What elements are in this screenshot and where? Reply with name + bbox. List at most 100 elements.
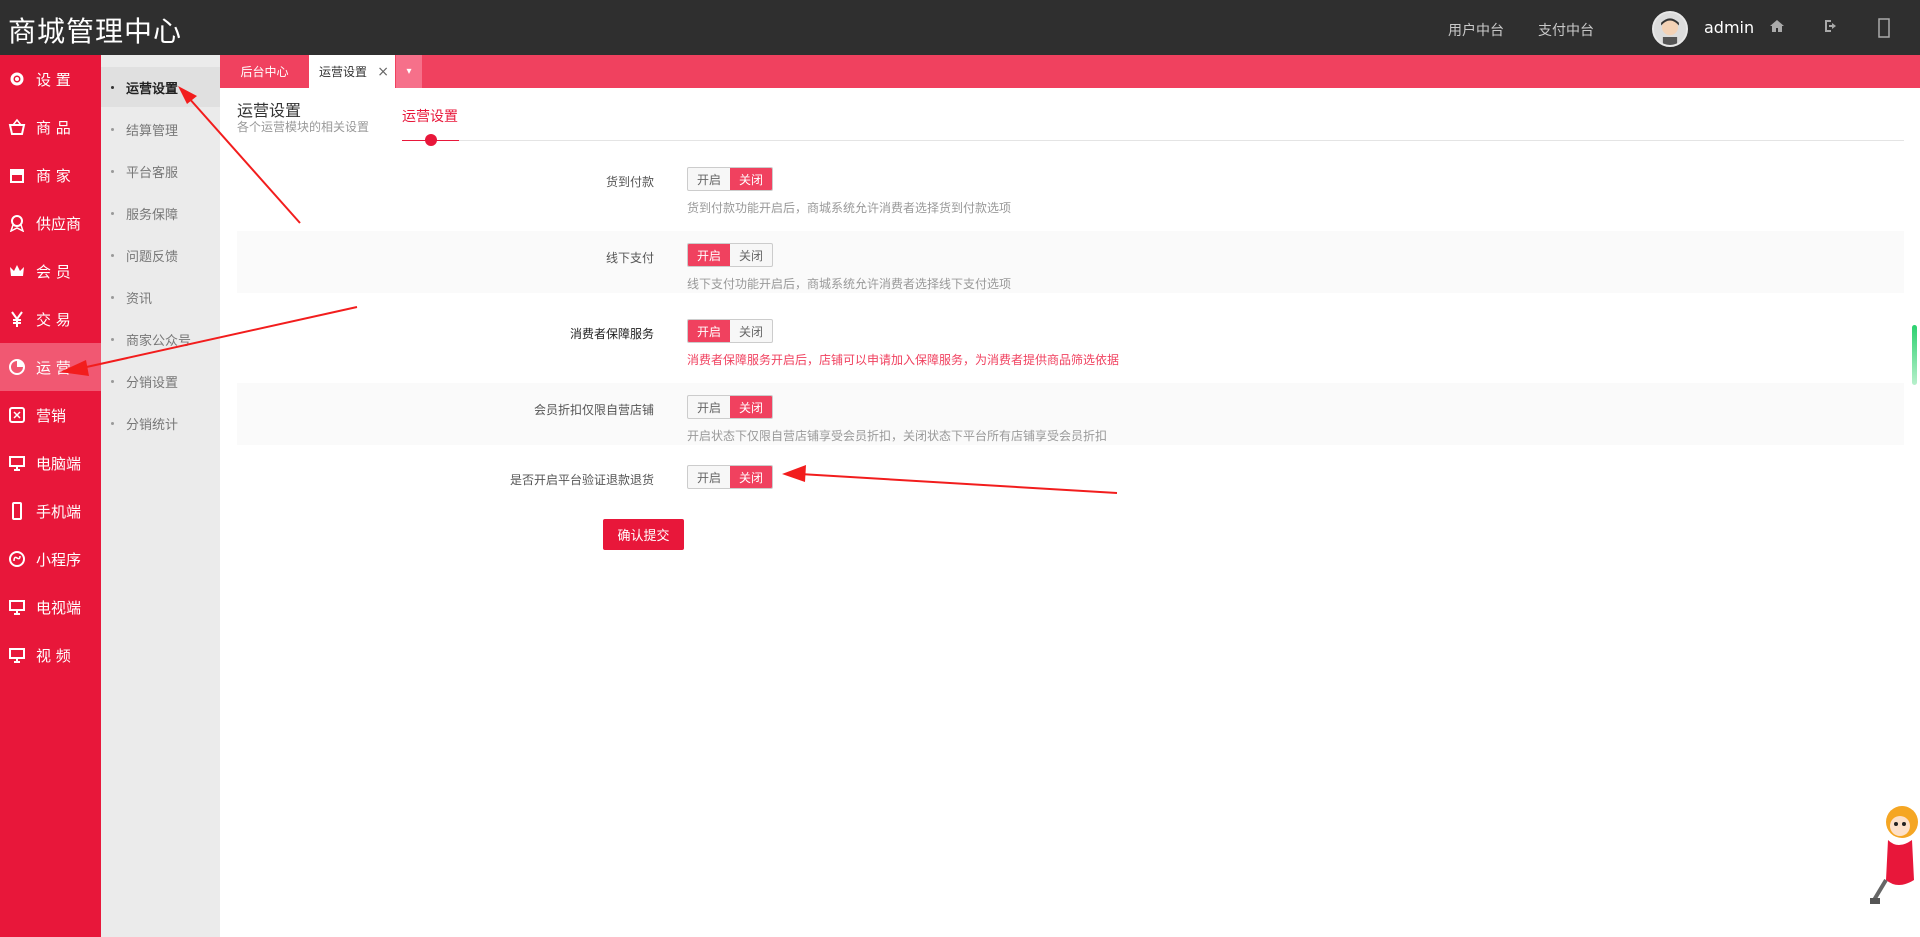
setting-label: 是否开启平台验证退款退货 bbox=[509, 473, 654, 487]
mobile-icon bbox=[8, 502, 26, 520]
toggle-on-option[interactable]: 开启 bbox=[688, 168, 730, 190]
store-icon bbox=[8, 166, 26, 184]
subnav-item-merchant-wechat[interactable]: 商家公众号 bbox=[101, 319, 220, 359]
fullscreen-icon[interactable] bbox=[1878, 18, 1890, 42]
monitor-icon bbox=[8, 454, 26, 472]
submit-button[interactable]: 确认提交 bbox=[603, 519, 684, 550]
bullet-icon bbox=[111, 295, 114, 299]
sidebar-item-miniprogram[interactable]: 小程序 bbox=[0, 535, 101, 583]
subnav-item-customer-service[interactable]: 平台客服 bbox=[101, 151, 220, 191]
toggle-off-option[interactable]: 关闭 bbox=[730, 320, 772, 342]
avatar[interactable] bbox=[1652, 11, 1688, 47]
tab-operation-settings[interactable]: 运营设置 × bbox=[309, 55, 395, 88]
page-subtitle: 各个运营模块的相关设置 bbox=[237, 120, 370, 134]
consumer-guarantee-toggle[interactable]: 开启 关闭 bbox=[687, 319, 773, 343]
sidebar-item-mobile[interactable]: 手机端 bbox=[0, 487, 101, 535]
tab-operation-settings-inner[interactable]: 运营设置 bbox=[402, 106, 458, 126]
sidebar-item-video[interactable]: 视 频 bbox=[0, 631, 101, 679]
sidebar-item-label: 商 家 bbox=[36, 166, 71, 185]
top-bar: 商城管理中心 用户中台 支付中台 admin bbox=[0, 0, 1920, 55]
setting-label: 线下支付 bbox=[605, 251, 654, 265]
badge-icon bbox=[8, 214, 26, 232]
scrollbar[interactable] bbox=[1912, 325, 1917, 385]
sidebar-item-tv[interactable]: 电视端 bbox=[0, 583, 101, 631]
subnav-item-label: 平台客服 bbox=[126, 165, 179, 181]
sidebar-item-label: 电视端 bbox=[36, 598, 82, 617]
crown-icon bbox=[8, 262, 26, 280]
brand-title: 商城管理中心 bbox=[8, 15, 183, 48]
bullet-icon bbox=[111, 85, 114, 89]
member-discount-toggle[interactable]: 开启 关闭 bbox=[687, 395, 773, 419]
toggle-off-option[interactable]: 关闭 bbox=[730, 466, 772, 488]
divider bbox=[459, 140, 1904, 141]
subnav-item-label: 分销统计 bbox=[126, 417, 179, 433]
toggle-on-option[interactable]: 开启 bbox=[688, 466, 730, 488]
toggle-off-option[interactable]: 关闭 bbox=[730, 168, 772, 190]
sidebar-item-settings[interactable]: 设 置 bbox=[0, 55, 101, 103]
sidebar-item-operations[interactable]: 运 营 bbox=[0, 343, 101, 391]
user-center-link[interactable]: 用户中台 bbox=[1448, 20, 1504, 40]
offline-pay-toggle[interactable]: 开启 关闭 bbox=[687, 243, 773, 267]
setting-row-offline-pay: 线下支付 开启 关闭 线下支付功能开启后，商城系统允许消费者选择线下支付选项 bbox=[237, 231, 1904, 293]
setting-label: 会员折扣仅限自营店铺 bbox=[533, 403, 654, 417]
sidebar-item-merchants[interactable]: 商 家 bbox=[0, 151, 101, 199]
subnav-item-distribution-settings[interactable]: 分销设置 bbox=[101, 361, 220, 401]
toggle-off-option[interactable]: 关闭 bbox=[730, 396, 772, 418]
toggle-on-option[interactable]: 开启 bbox=[688, 396, 730, 418]
toggle-on-option[interactable]: 开启 bbox=[688, 244, 730, 266]
subnav-item-service-guarantee[interactable]: 服务保障 bbox=[101, 193, 220, 233]
bullet-icon bbox=[111, 421, 114, 425]
setting-row-refund-verification: 是否开启平台验证退款退货 开启 关闭 bbox=[237, 453, 1904, 515]
sidebar-item-members[interactable]: 会 员 bbox=[0, 247, 101, 295]
payment-center-link[interactable]: 支付中台 bbox=[1538, 20, 1594, 40]
main-sidebar: 设 置 商 品 商 家 供应商 会 员 交 易 运 营 营销 电脑端 手机端 小… bbox=[0, 55, 101, 937]
coupon-icon bbox=[8, 406, 26, 424]
subnav-item-label: 问题反馈 bbox=[126, 249, 179, 265]
setting-label: 消费者保障服务 bbox=[569, 327, 654, 341]
bullet-icon bbox=[111, 253, 114, 257]
sidebar-item-label: 交 易 bbox=[36, 310, 71, 329]
sidebar-item-label: 供应商 bbox=[36, 214, 82, 233]
username[interactable]: admin bbox=[1704, 18, 1754, 37]
mascot-image bbox=[1870, 806, 1918, 904]
tab-bar: 后台中心 运营设置 × ▾ bbox=[220, 55, 1920, 88]
subnav-item-label: 运营设置 bbox=[126, 81, 179, 97]
sidebar-item-label: 运 营 bbox=[36, 358, 71, 377]
sidebar-item-trade[interactable]: 交 易 bbox=[0, 295, 101, 343]
subnav-item-label: 商家公众号 bbox=[126, 333, 192, 349]
miniprogram-icon bbox=[8, 550, 26, 568]
subnav-item-label: 资讯 bbox=[126, 291, 153, 307]
setting-label: 货到付款 bbox=[605, 175, 654, 189]
setting-hint: 货到付款功能开启后，商城系统允许消费者选择货到付款选项 bbox=[687, 201, 1012, 215]
sidebar-item-label: 视 频 bbox=[36, 646, 71, 665]
subnav-item-label: 结算管理 bbox=[126, 123, 179, 139]
video-icon bbox=[8, 646, 26, 664]
tab-dashboard[interactable]: 后台中心 bbox=[220, 55, 309, 88]
basket-icon bbox=[8, 118, 26, 136]
setting-row-cod: 货到付款 开启 关闭 货到付款功能开启后，商城系统允许消费者选择货到付款选项 bbox=[237, 155, 1904, 217]
toggle-off-option[interactable]: 关闭 bbox=[730, 244, 772, 266]
sidebar-item-goods[interactable]: 商 品 bbox=[0, 103, 101, 151]
sidebar-item-suppliers[interactable]: 供应商 bbox=[0, 199, 101, 247]
sidebar-item-pc[interactable]: 电脑端 bbox=[0, 439, 101, 487]
sidebar-item-marketing[interactable]: 营销 bbox=[0, 391, 101, 439]
subnav-item-feedback[interactable]: 问题反馈 bbox=[101, 235, 220, 275]
subnav-item-settlement[interactable]: 结算管理 bbox=[101, 109, 220, 149]
tv-icon bbox=[8, 598, 26, 616]
subnav-item-label: 服务保障 bbox=[126, 207, 179, 223]
setting-row-member-discount: 会员折扣仅限自营店铺 开启 关闭 开启状态下仅限自营店铺享受会员折扣，关闭状态下… bbox=[237, 383, 1904, 445]
tab-label: 运营设置 bbox=[319, 65, 368, 79]
logout-icon[interactable] bbox=[1823, 18, 1839, 38]
subnav-item-news[interactable]: 资讯 bbox=[101, 277, 220, 317]
chevron-down-icon[interactable]: ▾ bbox=[396, 55, 422, 88]
subnav-item-operation-settings[interactable]: 运营设置 bbox=[101, 67, 220, 107]
subnav-item-distribution-stats[interactable]: 分销统计 bbox=[101, 403, 220, 443]
refund-verification-toggle[interactable]: 开启 关闭 bbox=[687, 465, 773, 489]
setting-hint: 消费者保障服务开启后，店铺可以申请加入保障服务，为消费者提供商品筛选依据 bbox=[687, 353, 1120, 367]
close-icon[interactable]: × bbox=[377, 64, 389, 80]
cod-toggle[interactable]: 开启 关闭 bbox=[687, 167, 773, 191]
bullet-icon bbox=[111, 379, 114, 383]
sidebar-item-label: 电脑端 bbox=[36, 454, 82, 473]
home-icon[interactable] bbox=[1769, 18, 1785, 38]
toggle-on-option[interactable]: 开启 bbox=[688, 320, 730, 342]
